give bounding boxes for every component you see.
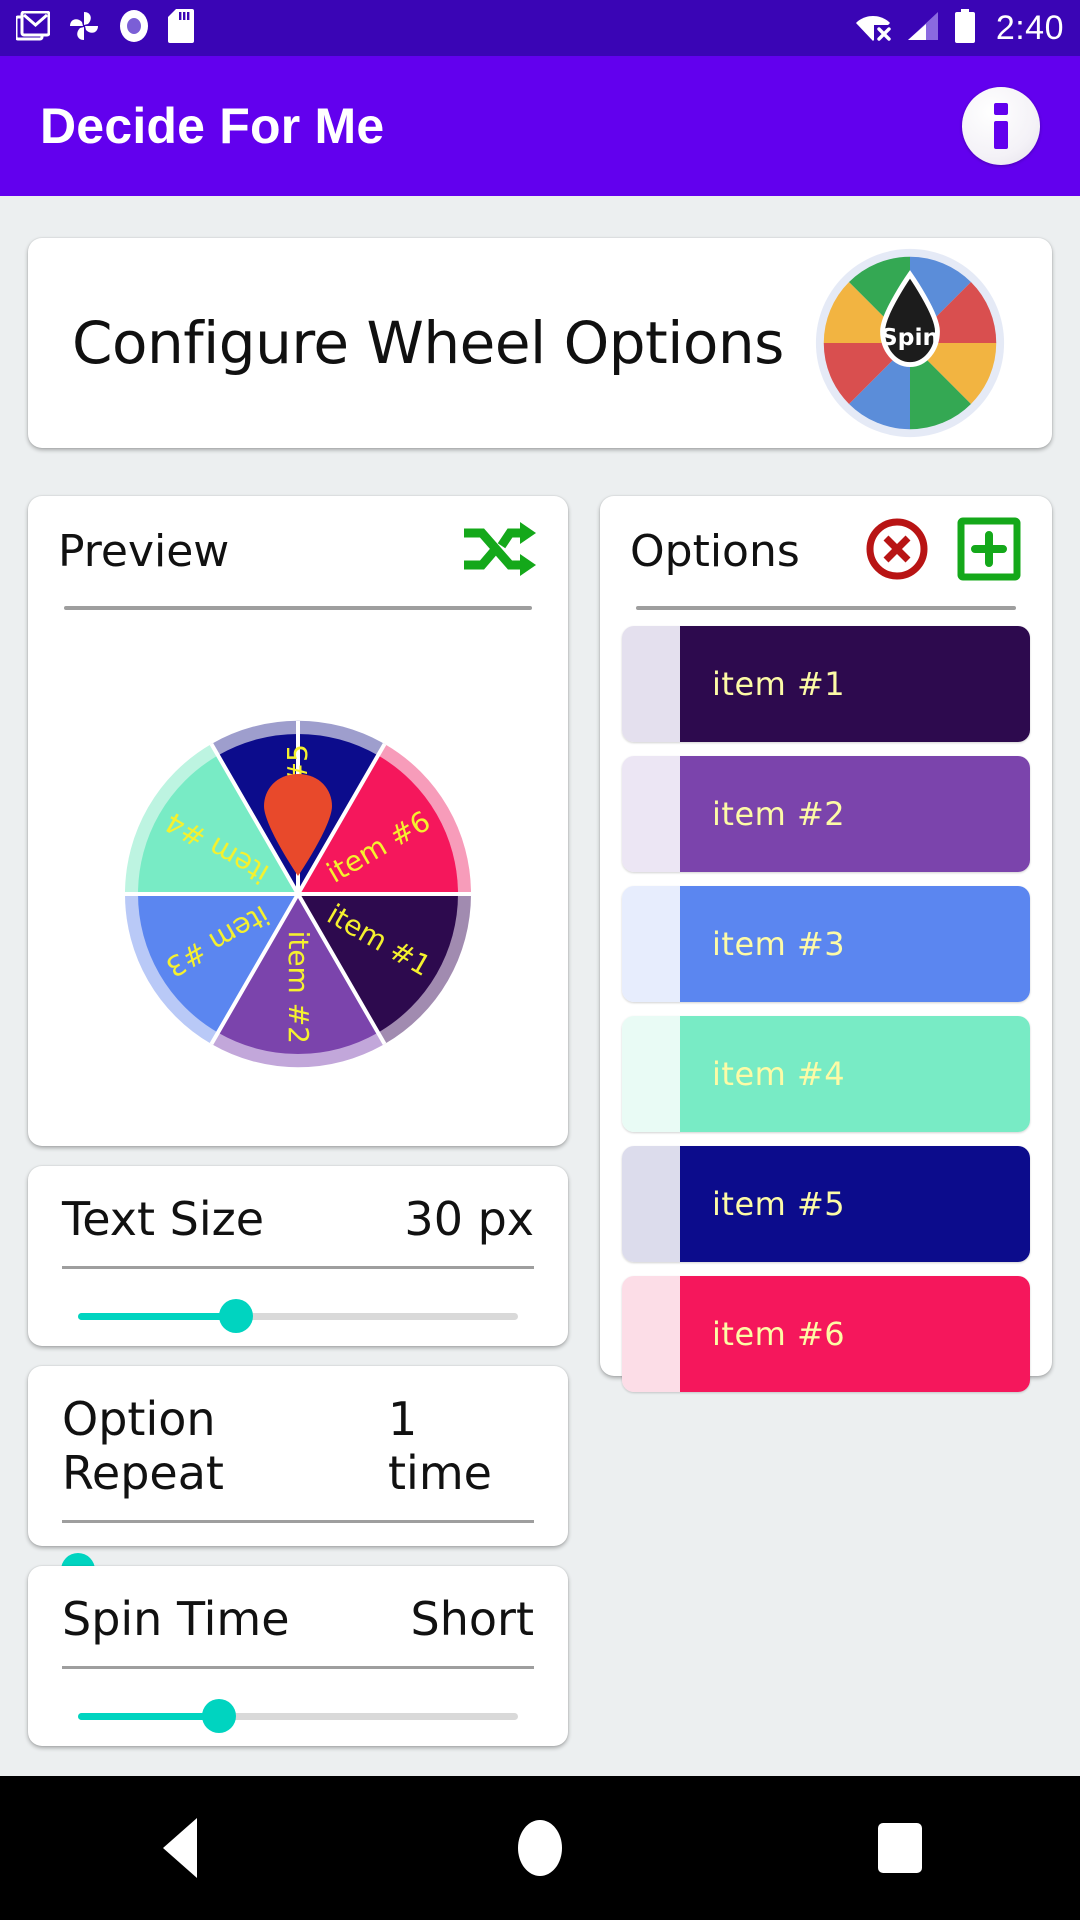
cellular-signal-icon	[906, 10, 940, 47]
status-bar-notifications	[14, 8, 194, 48]
text-size-header: Text Size 30 px	[28, 1166, 568, 1246]
preview-wheel[interactable]: item #5 item #6 item #1 item #2 item #3 …	[88, 644, 508, 1068]
text-size-value: 30 px	[404, 1192, 534, 1246]
slider-fill	[78, 1313, 237, 1320]
status-bar: 2:40	[0, 0, 1080, 56]
option-repeat-value: 1 time	[388, 1392, 492, 1500]
option-body[interactable]: item #2	[680, 756, 1030, 872]
app-bar: Decide For Me	[0, 56, 1080, 196]
slider-thumb[interactable]	[219, 1299, 254, 1333]
add-box-icon[interactable]	[956, 516, 1022, 587]
preview-card: Preview item #6 item #1 item #2 item #3 …	[28, 496, 568, 1146]
option-drag-handle[interactable]	[622, 886, 680, 1002]
option-label: item #2	[712, 795, 846, 833]
option-label: item #5	[712, 1185, 846, 1223]
spin-time-label: Spin Time	[62, 1592, 290, 1646]
options-list: item #1 item #2 item #3 item #4 item #5 …	[600, 610, 1052, 1414]
info-icon	[994, 103, 1008, 149]
option-label: item #6	[712, 1315, 846, 1353]
option-body[interactable]: item #3	[680, 886, 1030, 1002]
preview-wheel-area: item #5 item #6 item #1 item #2 item #3 …	[28, 610, 568, 1130]
app-title: Decide For Me	[40, 98, 385, 154]
option-body[interactable]: item #5	[680, 1146, 1030, 1262]
option-label: item #4	[712, 1055, 846, 1093]
option-row-1[interactable]: item #1	[622, 626, 1030, 742]
options-card-header: Options	[600, 496, 1052, 606]
battery-full-icon	[954, 8, 976, 48]
info-button[interactable]	[962, 87, 1040, 165]
nav-back-button[interactable]	[105, 1776, 255, 1920]
spin-time-card: Spin Time Short	[28, 1566, 568, 1746]
option-repeat-header: Option Repeat 1 time	[28, 1366, 568, 1500]
recents-square-icon	[878, 1823, 922, 1873]
options-card: Options item #1 item #2 item #3 item #4 …	[600, 496, 1052, 1392]
option-label: item #3	[712, 925, 846, 963]
option-body[interactable]: item #6	[680, 1276, 1030, 1392]
android-nav-bar	[0, 1776, 1080, 1920]
photos-icon	[68, 10, 100, 47]
clear-all-icon[interactable]	[864, 516, 930, 587]
text-size-card: Text Size 30 px	[28, 1166, 568, 1346]
spin-time-value: Short	[410, 1592, 534, 1646]
shuffle-icon[interactable]	[463, 520, 538, 583]
slider-fill	[78, 1713, 219, 1720]
wheel-label-3: item #2	[282, 931, 315, 1044]
spin-wheel-logo-icon: Spin	[812, 245, 1008, 441]
preview-title: Preview	[58, 525, 230, 577]
status-bar-clock: 2:40	[995, 9, 1064, 47]
back-triangle-icon	[163, 1818, 197, 1878]
option-row-5[interactable]: item #5	[622, 1146, 1030, 1262]
option-drag-handle[interactable]	[622, 1016, 680, 1132]
configure-wheel-header-card[interactable]: Configure Wheel Options Spin	[28, 238, 1052, 448]
spin-time-divider	[62, 1666, 534, 1669]
record-circle-icon	[118, 9, 150, 48]
spin-logo-label: Spin	[881, 323, 940, 351]
text-size-label: Text Size	[62, 1192, 265, 1246]
phone-screen: 2:40 Decide For Me Configure Wheel Optio…	[0, 0, 1080, 1920]
text-size-divider	[62, 1266, 534, 1269]
option-body[interactable]: item #4	[680, 1016, 1030, 1132]
spin-time-slider[interactable]	[78, 1699, 518, 1733]
status-bar-system: 2:40	[854, 8, 1064, 48]
option-label: item #1	[712, 665, 846, 703]
option-drag-handle[interactable]	[622, 1276, 680, 1392]
option-drag-handle[interactable]	[622, 626, 680, 742]
spin-time-header: Spin Time Short	[28, 1566, 568, 1646]
home-circle-icon	[518, 1820, 562, 1876]
gmail-icon	[14, 10, 51, 46]
nav-home-button[interactable]	[465, 1776, 615, 1920]
option-row-2[interactable]: item #2	[622, 756, 1030, 872]
slider-thumb[interactable]	[201, 1699, 236, 1733]
option-repeat-label: Option Repeat	[62, 1392, 224, 1500]
option-row-4[interactable]: item #4	[622, 1016, 1030, 1132]
options-title: Options	[630, 525, 800, 577]
nav-recents-button[interactable]	[825, 1776, 975, 1920]
text-size-slider[interactable]	[78, 1299, 518, 1333]
option-drag-handle[interactable]	[622, 1146, 680, 1262]
option-repeat-divider	[62, 1520, 534, 1523]
option-drag-handle[interactable]	[622, 756, 680, 872]
main-content: Configure Wheel Options Spin Preview ite…	[0, 196, 1080, 1776]
sd-card-icon	[168, 8, 194, 48]
option-row-3[interactable]: item #3	[622, 886, 1030, 1002]
wifi-off-icon	[854, 10, 892, 47]
option-repeat-card: Option Repeat 1 time	[28, 1366, 568, 1587]
option-row-6[interactable]: item #6	[622, 1276, 1030, 1392]
option-body[interactable]: item #1	[680, 626, 1030, 742]
preview-card-header: Preview	[28, 496, 568, 606]
page-title: Configure Wheel Options	[72, 309, 784, 377]
